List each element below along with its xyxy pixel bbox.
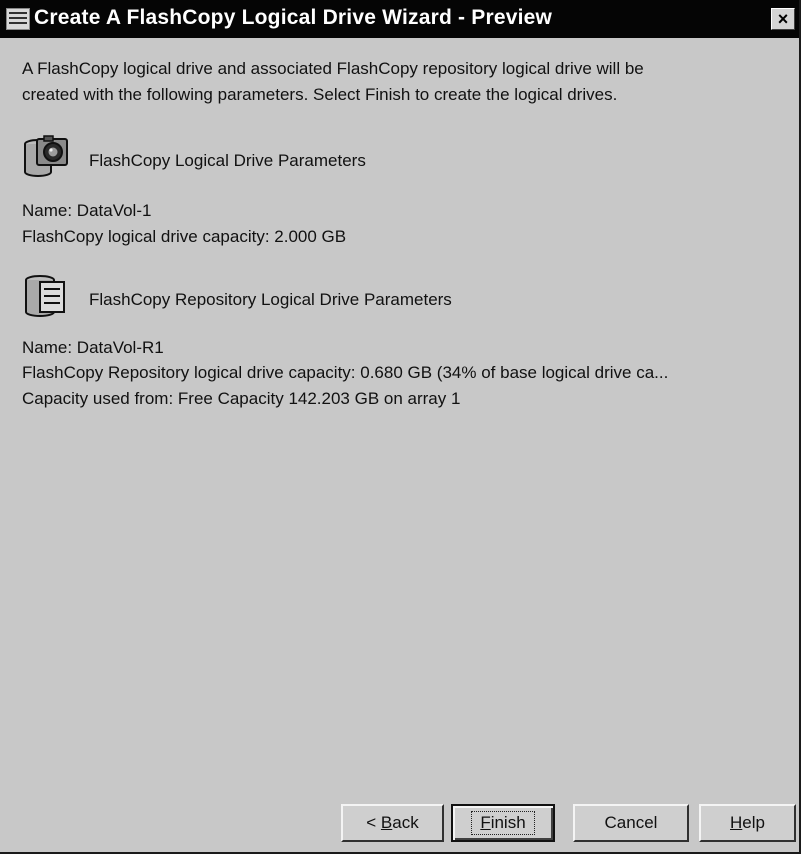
help-button-rest: elp — [742, 813, 765, 832]
repository-capacity: FlashCopy Repository logical drive capac… — [22, 363, 669, 382]
close-button[interactable]: × — [771, 8, 795, 30]
back-button-mnemonic: B — [380, 813, 393, 832]
back-button-rest: ack — [392, 813, 419, 832]
repository-drive-icon — [22, 272, 70, 320]
repository-parameters-heading: FlashCopy Repository Logical Drive Param… — [89, 290, 452, 309]
help-button[interactable]: Help — [699, 804, 796, 842]
flashcopy-name: Name: DataVol-1 — [22, 201, 152, 220]
cancel-button[interactable]: Cancel — [573, 804, 689, 842]
help-button-mnemonic: H — [730, 813, 743, 832]
close-icon: × — [777, 9, 789, 29]
finish-button-mnemonic: F — [480, 813, 491, 832]
back-button[interactable]: < Back — [341, 804, 444, 842]
finish-button-rest: inish — [490, 813, 526, 832]
window-title: Create A FlashCopy Logical Drive Wizard … — [34, 6, 553, 29]
finish-focus-ring: Finish — [471, 811, 535, 835]
window-app-icon — [6, 8, 30, 30]
wizard-content: A FlashCopy logical drive and associated… — [0, 38, 799, 852]
intro-line-2: created with the following parameters. S… — [22, 85, 618, 104]
repository-capacity-used: Capacity used from: Free Capacity 142.20… — [22, 389, 461, 408]
flashcopy-drive-icon — [22, 134, 70, 182]
repository-name: Name: DataVol-R1 — [22, 338, 164, 357]
intro-line-1: A FlashCopy logical drive and associated… — [22, 59, 644, 78]
finish-button[interactable]: Finish — [451, 804, 555, 842]
title-bar: Create A FlashCopy Logical Drive Wizard … — [0, 0, 799, 38]
wizard-window: Create A FlashCopy Logical Drive Wizard … — [0, 0, 801, 854]
back-button-prefix: < — [366, 813, 381, 832]
flashcopy-parameters-heading: FlashCopy Logical Drive Parameters — [89, 151, 366, 170]
flashcopy-capacity: FlashCopy logical drive capacity: 2.000 … — [22, 227, 347, 246]
